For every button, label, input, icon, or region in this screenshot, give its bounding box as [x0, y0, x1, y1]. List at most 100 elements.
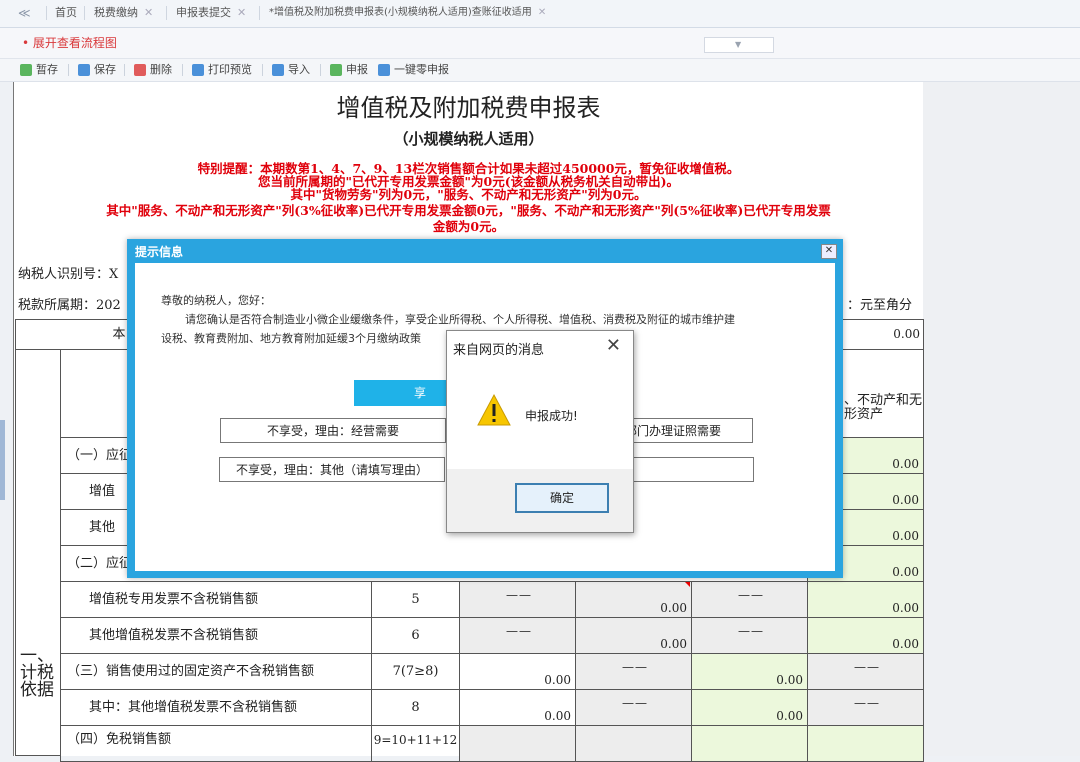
row-number: 6 [371, 617, 460, 654]
alert-title: 来自网页的消息 [453, 343, 545, 358]
row-number: 5 [371, 581, 460, 618]
row-label: 增值 [89, 484, 116, 499]
declare-button[interactable]: 申报 [330, 59, 368, 81]
warning-icon [477, 393, 511, 426]
reason-other-button[interactable]: 不享受，理由：其他（请填写理由） [219, 457, 445, 482]
notice-line: 金额为0元。 [432, 219, 505, 234]
disabled-cell: —— [807, 653, 924, 690]
value-cell: 0.00 [575, 581, 692, 618]
import-icon [272, 64, 284, 76]
green-input-cell[interactable] [691, 725, 808, 762]
divider [68, 64, 69, 76]
close-icon[interactable]: ✕ [237, 6, 246, 19]
divider [182, 64, 183, 76]
right-background [923, 82, 1080, 756]
table-row-label: 其他增值税发票不含税销售额 [60, 617, 372, 654]
button-label: 暂存 [36, 63, 58, 76]
dash-text: —— [738, 624, 764, 638]
alert-message: 申报成功! [525, 409, 578, 423]
green-input-cell[interactable]: 0.00 [691, 653, 808, 690]
divider [124, 64, 125, 76]
delete-button[interactable]: 删除 [134, 59, 172, 81]
tab-tax-payment[interactable]: 税费缴纳 ✕ [94, 0, 153, 26]
green-input-cell[interactable]: 0.00 [807, 617, 924, 654]
flow-bar: • 展开查看流程图 ▼ [0, 28, 1080, 59]
tax-period-label: 税款所属期：202 [18, 298, 121, 313]
button-label: 删除 [150, 63, 172, 76]
tab-vat-declaration[interactable]: *增值税及附加税费申报表(小规模纳税人适用)查账征收适用 ✕ [269, 0, 546, 26]
green-input-cell[interactable]: 0.00 [807, 581, 924, 618]
dash-text: —— [622, 696, 648, 710]
close-icon[interactable]: ✕ [821, 244, 837, 259]
unit-label: ：元至角分 [847, 298, 913, 313]
disabled-cell: —— [575, 689, 692, 726]
policy-text: 设税、教育费附加、地方教育附加延缓3个月缴纳政策 [161, 332, 421, 345]
check-icon [20, 64, 32, 76]
reason-other-input[interactable] [619, 457, 754, 482]
disabled-cell [459, 725, 576, 762]
close-icon[interactable]: ✕ [538, 7, 546, 18]
temp-save-button[interactable]: 暂存 [20, 59, 58, 81]
tab-label: *增值税及附加税费申报表(小规模纳税人适用)查账征收适用 [269, 7, 532, 18]
button-label: 申报 [346, 63, 368, 76]
dash-text: —— [854, 696, 880, 710]
disabled-cell: —— [459, 617, 576, 654]
table-row-label: 增值税专用发票不含税销售额 [60, 581, 372, 618]
button-label: 一键零申报 [394, 63, 449, 76]
input-cell[interactable]: 0.00 [459, 689, 576, 726]
sidebar-handle[interactable] [0, 420, 5, 500]
green-input-cell[interactable] [807, 725, 924, 762]
flow-dropdown[interactable]: ▼ [704, 37, 774, 53]
green-input-cell[interactable]: 0.00 [691, 689, 808, 726]
tab-label: 税费缴纳 [94, 6, 138, 19]
alert-footer: 确定 [447, 469, 633, 532]
zero-declare-button[interactable]: 一键零申报 [378, 59, 449, 81]
ok-button[interactable]: 确定 [515, 483, 609, 513]
reason-business-button[interactable]: 不享受，理由：经营需要 [220, 418, 446, 443]
reason-license-button[interactable]: 部门办理证照需要 [619, 418, 753, 443]
expand-flowchart-link[interactable]: • 展开查看流程图 [22, 28, 117, 58]
column-header: 、不动产和无形资产 [844, 393, 923, 422]
table-row-label: （三）销售使用过的固定资产不含税销售额 [60, 653, 372, 690]
disabled-cell: —— [575, 653, 692, 690]
dash-text: —— [506, 588, 532, 602]
tab-scroll-left-button[interactable]: ≪ [18, 0, 31, 26]
disabled-cell: —— [691, 617, 808, 654]
close-icon[interactable]: ✕ [606, 335, 621, 356]
save-button[interactable]: 保存 [78, 59, 116, 81]
close-icon[interactable]: ✕ [144, 6, 153, 19]
tab-declaration-submit[interactable]: 申报表提交 ✕ [176, 0, 246, 26]
policy-text: 请您确认是否符合制造业小微企业缓缴条件，享受企业所得税、个人所得税、增值税、消费… [185, 313, 735, 326]
alert-dialog: 来自网页的消息 ✕ 申报成功! 确定 [446, 330, 634, 533]
table-row-label: （四）免税销售额 [60, 725, 372, 762]
row-label: （一）应征 [67, 448, 133, 463]
divider [46, 6, 47, 20]
delete-icon [134, 64, 146, 76]
section-label: 一、计税依据 [20, 646, 54, 700]
import-button[interactable]: 导入 [272, 59, 310, 81]
row-label: （二）应征 [67, 556, 133, 571]
table-row-label: 其中：其他增值税发票不含税销售额 [60, 689, 372, 726]
divider [84, 6, 85, 20]
input-cell[interactable]: 0.00 [459, 653, 576, 690]
form-title: 增值税及附加税费申报表 [336, 94, 601, 122]
button-label: 打印预览 [208, 63, 252, 76]
row-label: 本 [112, 327, 126, 342]
dialog-title: 提示信息 [135, 245, 184, 259]
dash-text: —— [738, 588, 764, 602]
row-number: 8 [371, 689, 460, 726]
save-icon [78, 64, 90, 76]
divider [166, 6, 167, 20]
dash-text: —— [506, 624, 532, 638]
toolbar: 暂存 保存 删除 打印预览 导入 申报 一键零申报 [0, 59, 1080, 82]
disabled-cell [575, 725, 692, 762]
chevron-down-icon: ▼ [735, 40, 742, 49]
divider [320, 64, 321, 76]
dash-text: —— [854, 660, 880, 674]
value-cell: 0.00 [575, 617, 692, 654]
tab-label: 首页 [55, 6, 77, 19]
print-preview-button[interactable]: 打印预览 [192, 59, 252, 81]
tab-home[interactable]: 首页 [55, 0, 77, 26]
divider [259, 6, 260, 20]
row-number: 9=10+11+12 [371, 725, 460, 762]
